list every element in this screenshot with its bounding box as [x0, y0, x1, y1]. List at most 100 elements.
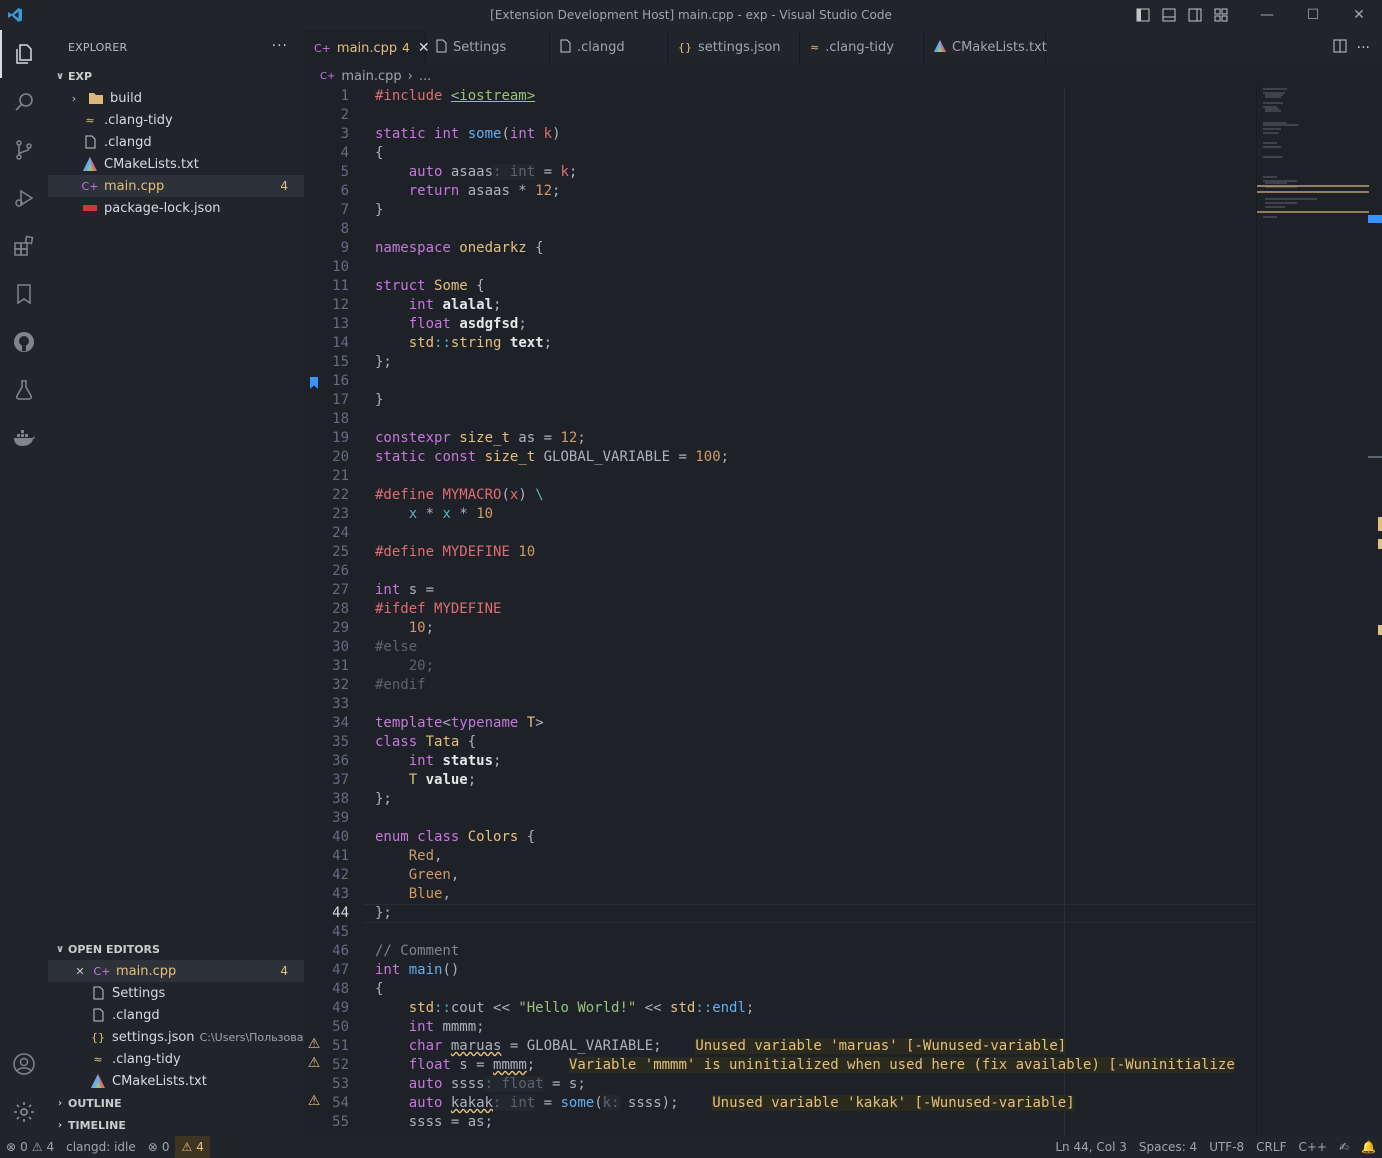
manage-gear-icon[interactable] [0, 1088, 48, 1136]
extensions-icon[interactable] [0, 222, 48, 270]
problem-count-badge: 4 [402, 41, 410, 55]
maximize-button[interactable]: ☐ [1290, 0, 1336, 30]
chevron-down-icon: ∨ [55, 943, 65, 955]
tab-main-cpp[interactable]: C+ main.cpp 4 ✕ [304, 30, 430, 65]
cmake-icon [82, 156, 98, 172]
clangd-status[interactable]: clangd: idle [60, 1136, 142, 1158]
accounts-icon[interactable] [0, 1040, 48, 1088]
clang-tidy-icon: ≈ [85, 113, 95, 127]
bookmarks-icon[interactable] [0, 270, 48, 318]
problems-status[interactable]: ⊗ 0 ⚠ 4 [0, 1136, 60, 1158]
line-number: 26 [332, 563, 349, 579]
testing-icon[interactable] [0, 366, 48, 414]
feedback-icon[interactable]: ✍ [1333, 1136, 1355, 1158]
cmake-icon [934, 40, 946, 55]
language-mode[interactable]: C++ [1292, 1136, 1333, 1158]
code-editor[interactable]: 1 2 3 4 5 6 7 8 9 10 11 12 13 14 15 16 17 18 19 20 21 22 23 24 2… [304, 87, 1382, 1136]
tree-item-clang-tidy[interactable]: ≈ .clang-tidy [48, 109, 304, 131]
warning-icon[interactable]: ⚠ [304, 1055, 324, 1071]
open-editor-clang-tidy[interactable]: ≈ .clang-tidy [48, 1048, 304, 1070]
tree-item-cmakelists[interactable]: CMakeLists.txt [48, 153, 304, 175]
line-number: 18 [332, 411, 349, 427]
open-editors-section: ∨ OPEN EDITORS ✕ C+ main.cpp 4 Settings … [48, 938, 304, 1092]
file-path-hint: C:\Users\Пользоват... [199, 1030, 304, 1044]
workspace-root-header[interactable]: ∨ EXP [48, 65, 304, 87]
toggle-secondary-sidebar-icon[interactable] [1184, 4, 1206, 26]
breadcrumb-file[interactable]: main.cpp [341, 69, 401, 84]
warning-marker [1378, 539, 1382, 549]
timeline-header[interactable]: › TIMELINE [48, 1114, 304, 1136]
tree-item-package-lock[interactable]: package-lock.json [48, 197, 304, 219]
open-editor-settings-json[interactable]: {} settings.json C:\Users\Пользоват... [48, 1026, 304, 1048]
cpp-icon: C+ [314, 41, 331, 55]
open-editors-header[interactable]: ∨ OPEN EDITORS [48, 938, 304, 960]
chevron-right-icon: › [407, 68, 413, 84]
line-number: 39 [332, 810, 349, 826]
warning-icon[interactable]: ⚠ [304, 1093, 324, 1109]
tab-settings[interactable]: Settings [426, 30, 550, 65]
file-icon [82, 134, 98, 150]
warning-marker [1378, 517, 1382, 531]
cmake-icon [90, 1073, 106, 1089]
github-icon[interactable] [0, 318, 48, 366]
vertical-scrollbar[interactable] [1368, 87, 1382, 1136]
json-icon: {} [678, 41, 692, 54]
open-editor-main-cpp[interactable]: ✕ C+ main.cpp 4 [48, 960, 304, 982]
open-editor-clangd[interactable]: .clangd [48, 1004, 304, 1026]
diagnostic-unused-kakak: Unused variable 'kakak' [-Wunused-variab… [712, 1095, 1075, 1111]
toggle-primary-sidebar-icon[interactable] [1132, 4, 1154, 26]
cpp-icon: C+ [81, 179, 99, 193]
file-icon [90, 985, 106, 1001]
line-number-row: 45 [304, 923, 1254, 942]
more-actions-icon[interactable]: ··· [272, 38, 288, 54]
errors-status[interactable]: ⊗ 0 [142, 1136, 176, 1158]
eol-status[interactable]: CRLF [1250, 1136, 1292, 1158]
cursor-position[interactable]: Ln 44, Col 3 [1049, 1136, 1133, 1158]
warnings-status[interactable]: ⚠ 4 [175, 1136, 210, 1158]
source-control-icon[interactable] [0, 126, 48, 174]
breadcrumb-symbol[interactable]: ... [419, 69, 431, 84]
close-icon[interactable]: ✕ [72, 963, 88, 979]
encoding-status[interactable]: UTF-8 [1203, 1136, 1250, 1158]
tree-item-main-cpp[interactable]: C+ main.cpp 4 [48, 175, 304, 197]
line-number: 33 [332, 696, 349, 712]
line-number-row: 18 [304, 410, 1254, 429]
notifications-bell-icon[interactable]: 🔔 [1355, 1136, 1382, 1158]
tab-clangd[interactable]: .clangd [550, 30, 668, 65]
warning-icon[interactable]: ⚠ [304, 1036, 324, 1052]
tab-settings-json[interactable]: {} settings.json [668, 30, 800, 65]
line-number-row: 8 [304, 220, 1254, 239]
explorer-icon[interactable] [0, 30, 48, 78]
split-editor-icon[interactable] [1333, 39, 1347, 57]
explorer-sidebar: EXPLORER ··· ∨ EXP › build ≈ .clang-tidy… [48, 30, 304, 1136]
toggle-panel-icon[interactable] [1158, 4, 1180, 26]
more-actions-icon[interactable]: ··· [1357, 40, 1370, 56]
diagnostic-uninitialized-mmmm: Variable 'mmmm' is uninitialized when us… [568, 1057, 1235, 1073]
minimize-button[interactable]: — [1244, 0, 1290, 30]
minimap[interactable] [1256, 87, 1369, 1136]
line-number-row: 16 [304, 372, 1254, 391]
vscode-logo-icon [0, 0, 30, 30]
chevron-right-icon: › [71, 91, 77, 105]
cpp-icon: C+ [320, 70, 336, 82]
indentation-status[interactable]: Spaces: 4 [1133, 1136, 1203, 1158]
line-number-row: 21 [304, 467, 1254, 486]
clang-tidy-icon: ≈ [93, 1052, 103, 1066]
outline-header[interactable]: › OUTLINE [48, 1092, 304, 1114]
folder-icon [88, 90, 104, 106]
tab-clang-tidy[interactable]: ≈ .clang-tidy [800, 30, 924, 65]
tree-item-clangd[interactable]: .clangd [48, 131, 304, 153]
error-icon: ⊗ [147, 1140, 158, 1154]
problem-count-badge: 4 [280, 964, 288, 978]
run-debug-icon[interactable] [0, 174, 48, 222]
explorer-header: EXPLORER ··· [48, 30, 304, 65]
close-window-button[interactable]: ✕ [1336, 0, 1382, 30]
line-number: 8 [340, 221, 349, 237]
open-editor-cmakelists[interactable]: CMakeLists.txt [48, 1070, 304, 1092]
tree-item-build[interactable]: › build [48, 87, 304, 109]
open-editor-settings[interactable]: Settings [48, 982, 304, 1004]
customize-layout-icon[interactable] [1210, 4, 1232, 26]
search-icon[interactable] [0, 78, 48, 126]
docker-icon[interactable] [0, 414, 48, 462]
tab-cmakelists[interactable]: CMakeLists.txt [924, 30, 1047, 65]
